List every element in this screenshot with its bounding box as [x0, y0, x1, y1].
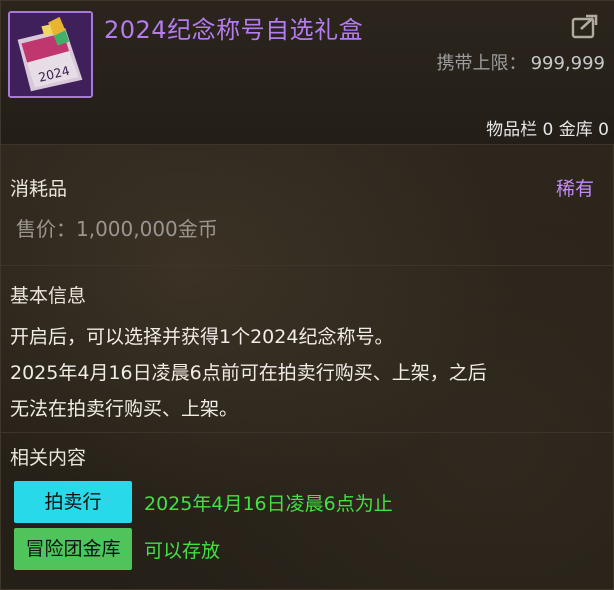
carry-limit-value: 999,999	[530, 53, 605, 74]
adventure-bank-button[interactable]: 冒险团金库	[14, 528, 132, 570]
description-line: 2025年4月16日凌晨6点前可在拍卖行购买、上架，之后	[10, 362, 487, 384]
item-category: 消耗品	[10, 178, 68, 200]
storage-count: 物品栏 0 金库 0	[486, 120, 609, 140]
auction-house-note: 2025年4月16日凌晨6点为止	[144, 493, 393, 515]
description-line: 无法在拍卖行购买、上架。	[10, 398, 239, 420]
share-icon[interactable]	[571, 13, 601, 39]
sell-price: 售价：1,000,000金币	[16, 217, 218, 241]
rarity-label: 稀有	[555, 178, 594, 200]
adventure-bank-note: 可以存放	[144, 540, 221, 562]
carry-limit: 携带上限： 999,999	[437, 49, 605, 75]
description-line: 开启后，可以选择并获得1个2024纪念称号。	[10, 326, 394, 348]
divider	[1, 432, 614, 433]
carry-limit-label: 携带上限：	[436, 53, 527, 74]
basic-info-description: 开启后，可以选择并获得1个2024纪念称号。 2025年4月16日凌晨6点前可在…	[10, 319, 487, 427]
divider	[1, 144, 614, 145]
item-title: 2024纪念称号自选礼盒	[104, 16, 364, 44]
divider	[1, 265, 614, 266]
gift-box-icon: 2024	[8, 11, 93, 98]
basic-info-heading: 基本信息	[10, 285, 87, 307]
auction-house-button[interactable]: 拍卖行	[14, 481, 132, 523]
item-header: 2024 2024纪念称号自选礼盒 携带上限： 999,999 物品栏 0 金库 …	[1, 1, 614, 144]
related-content-heading: 相关内容	[10, 447, 87, 469]
item-tooltip-panel: 2024 2024纪念称号自选礼盒 携带上限： 999,999 物品栏 0 金库 …	[0, 0, 614, 590]
